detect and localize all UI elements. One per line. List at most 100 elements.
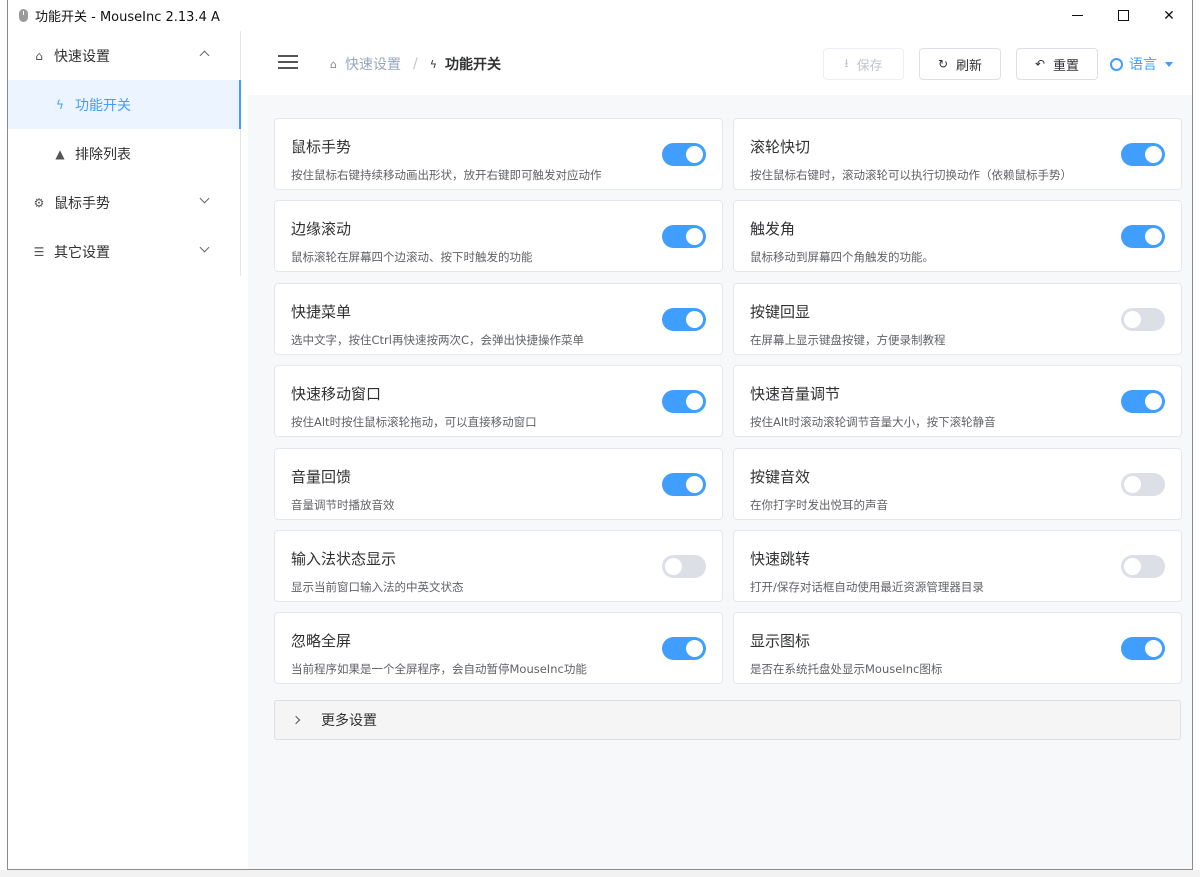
feature-description: 打开/保存对话框自动使用最近资源管理器目录	[750, 580, 984, 594]
close-icon: ✕	[1163, 7, 1175, 24]
app-window: 功能开关 - MouseInc 2.13.4 A ✕ ⌂ 快速设置 ϟ 功能开关…	[7, 0, 1193, 870]
feature-card: 快速音量调节按住Alt时滚动滚轮调节音量大小，按下滚轮静音	[733, 365, 1182, 438]
feature-description: 音量调节时播放音效	[291, 497, 395, 512]
feature-card: 快速跳转 打开/保存对话框自动使用最近资源管理器目录	[733, 530, 1182, 602]
sidebar-item-label: 其它设置	[54, 244, 110, 261]
feature-description: 当前程序如果是一个全屏程序，会自动暂停MouseInc功能	[291, 662, 587, 677]
feature-toggle[interactable]	[1121, 390, 1165, 414]
breadcrumb-current: 功能开关	[444, 57, 501, 73]
feature-toggle[interactable]	[662, 225, 706, 249]
feature-description: 按住Alt时按住鼠标滚轮拖动，可以直接移动窗口	[291, 415, 537, 430]
maximize-button[interactable]	[1100, 0, 1146, 31]
toggle-knob	[686, 393, 703, 411]
toggle-knob	[686, 640, 703, 658]
save-button-label: 保存	[856, 58, 883, 74]
feature-description: 在屏幕上显示键盘按键，方便录制教程	[750, 332, 946, 347]
sidebar-item-label: 功能开关	[75, 97, 131, 114]
language-label: 语言	[1129, 57, 1157, 73]
chevron-up-icon	[199, 50, 210, 61]
feature-card: 输入法状态显示 显示当前窗口输入法的中英文状态	[274, 530, 723, 602]
minimize-button[interactable]	[1054, 0, 1100, 31]
feature-card: 快捷菜单 选中文字，按住Ctrl再快速按两次C，会弹出快捷操作菜单	[274, 282, 723, 355]
feature-toggle[interactable]	[662, 307, 706, 331]
header: ⌂ 快速设置 / ϟ 功能开关 ⭳ 保存 ↻ 刷新 ↶ 重置 语言	[248, 31, 1192, 95]
toggle-knob	[1145, 146, 1162, 163]
feature-toggle[interactable]	[662, 555, 706, 578]
refresh-icon: ↻	[937, 57, 949, 71]
sidebar-item-exclude-list[interactable]: ▲ 排除列表	[8, 129, 240, 178]
feature-title: 滚轮快切	[750, 138, 811, 156]
feature-title: 忽略全屏	[291, 632, 352, 651]
mouse-icon	[19, 9, 28, 22]
feature-title: 按键回显	[750, 302, 811, 321]
feature-title: 按键音效	[750, 467, 811, 486]
chevron-right-icon	[291, 715, 301, 725]
toggle-knob	[1124, 310, 1141, 328]
feature-toggle[interactable]	[1121, 143, 1165, 166]
feature-description: 在你打字时发出悦耳的声音	[750, 497, 888, 512]
feature-title: 快速音量调节	[750, 385, 841, 404]
window-controls: ✕	[1054, 0, 1192, 31]
breadcrumb-home[interactable]: 快速设置	[345, 54, 401, 74]
sidebar-item-mouse-gesture[interactable]: ⚙ 鼠标手势	[8, 178, 240, 227]
more-settings-label: 更多设置	[321, 713, 377, 729]
language-dropdown[interactable]: 语言	[1110, 54, 1173, 74]
toggle-knob	[1145, 228, 1162, 246]
sidebar-item-quick-settings[interactable]: ⌂ 快速设置	[8, 31, 240, 80]
home-icon: ⌂	[330, 57, 337, 71]
feature-title: 音量回馈	[291, 467, 352, 486]
refresh-button-label: 刷新	[956, 58, 983, 74]
feature-toggle[interactable]	[662, 637, 706, 661]
sidebar-item-other-settings[interactable]: ☰ 其它设置	[8, 227, 240, 276]
reset-button-label: 重置	[1053, 58, 1080, 74]
toggle-knob	[665, 558, 682, 575]
toggle-knob	[1145, 640, 1162, 658]
feature-description: 按住Alt时滚动滚轮调节音量大小，按下滚轮静音	[750, 415, 996, 430]
taskbar-edge	[0, 870, 1200, 877]
feature-toggle[interactable]	[662, 143, 706, 166]
feature-toggle[interactable]	[1121, 225, 1165, 249]
feature-toggle[interactable]	[662, 390, 706, 414]
refresh-button[interactable]: ↻ 刷新	[919, 48, 1001, 80]
feature-toggle[interactable]	[1121, 555, 1165, 578]
warning-icon: ▲	[55, 146, 65, 161]
feature-title: 边缘滚动	[291, 220, 352, 239]
save-button[interactable]: ⭳ 保存	[823, 48, 904, 80]
feature-card: 快速移动窗口按住Alt时按住鼠标滚轮拖动，可以直接移动窗口	[274, 365, 723, 438]
sidebar-item-label: 鼠标手势	[54, 195, 110, 212]
reset-button[interactable]: ↶ 重置	[1016, 48, 1098, 80]
download-icon: ⭳	[844, 55, 849, 70]
toggle-knob	[686, 146, 703, 163]
feature-toggle[interactable]	[1121, 307, 1165, 331]
close-button[interactable]: ✕	[1146, 0, 1192, 31]
feature-card: 边缘滚动鼠标滚轮在屏幕四个边滚动、按下时触发的功能	[274, 200, 723, 273]
feature-toggle[interactable]	[1121, 472, 1165, 496]
feature-description: 选中文字，按住Ctrl再快速按两次C，会弹出快捷操作菜单	[291, 332, 584, 347]
feature-description: 按住鼠标右键持续移动画出形状，放开右键即可触发对应动作	[291, 168, 602, 182]
home-icon: ⌂	[35, 48, 43, 63]
undo-icon: ↶	[1034, 57, 1046, 71]
more-settings-collapse[interactable]: 更多设置	[274, 700, 1181, 740]
feature-toggle[interactable]	[1121, 637, 1165, 661]
sidebar-item-feature-switch[interactable]: ϟ 功能开关	[8, 80, 241, 129]
toggle-knob	[1124, 558, 1141, 575]
feature-description: 鼠标移动到屏幕四个角触发的功能。	[750, 250, 934, 265]
feature-title: 显示图标	[750, 632, 811, 651]
bolt-icon: ϟ	[56, 97, 64, 112]
feature-card: 鼠标手势 按住鼠标右键持续移动画出形状，放开右键即可触发对应动作	[274, 118, 723, 190]
feature-description: 鼠标滚轮在屏幕四个边滚动、按下时触发的功能	[291, 250, 533, 265]
breadcrumb-separator: /	[412, 56, 418, 72]
window-title: 功能开关 - MouseInc 2.13.4 A	[35, 10, 220, 25]
feature-card: 忽略全屏当前程序如果是一个全屏程序，会自动暂停MouseInc功能	[274, 612, 723, 685]
feature-title: 快速移动窗口	[291, 385, 382, 404]
sidebar-item-label: 排除列表	[75, 146, 131, 163]
feature-description: 按住鼠标右键时，滚动滚轮可以执行切换动作（依赖鼠标手势）	[750, 168, 1072, 182]
feature-title: 触发角	[750, 220, 796, 239]
maximize-icon	[1117, 10, 1129, 21]
feature-toggle[interactable]	[662, 472, 706, 496]
main-content: 鼠标手势 按住鼠标右键持续移动画出形状，放开右键即可触发对应动作 滚轮快切按住鼠标右…	[248, 95, 1192, 869]
toggle-knob	[686, 228, 703, 246]
sidebar: ⌂ 快速设置 ϟ 功能开关 ▲ 排除列表 ⚙ 鼠标手势 ☰ 其它设置	[8, 31, 241, 276]
hamburger-icon[interactable]	[278, 55, 298, 69]
toggle-knob	[1145, 393, 1162, 411]
